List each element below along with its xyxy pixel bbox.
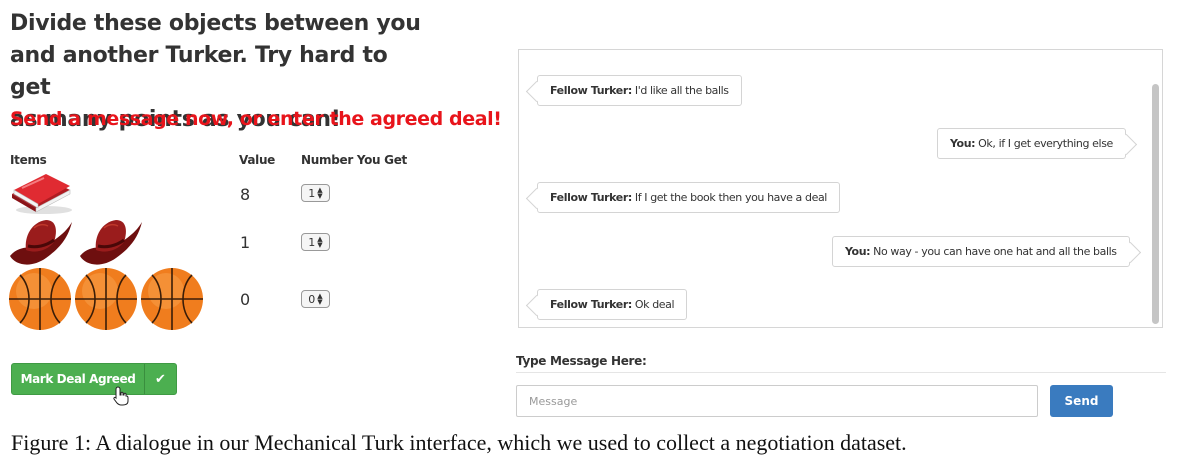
message-text: Ok deal (634, 298, 675, 311)
book-quantity-stepper[interactable]: 1 ▲ ▼ (301, 184, 330, 202)
basketball-icon (9, 268, 71, 330)
ball-icon-group (8, 267, 204, 331)
value-header: Value (239, 153, 276, 167)
stepper-arrows-icon: ▲ ▼ (317, 186, 323, 200)
check-icon: ✔ (144, 364, 176, 394)
ball-value: 0 (240, 290, 251, 309)
message-text: Ok, if I get everything else (978, 137, 1113, 150)
book-icon-group (8, 170, 74, 221)
stepper-arrows-icon: ▲ ▼ (317, 235, 323, 249)
message-speaker: You: (845, 245, 871, 258)
hat-quantity-value: 1 (308, 235, 316, 249)
divider (516, 372, 1166, 373)
chat-message: You: No way - you can have one hat and al… (832, 236, 1130, 267)
hat-icon (10, 220, 72, 265)
hand-cursor-icon (113, 386, 129, 406)
hat-quantity-stepper[interactable]: 1 ▲ ▼ (301, 233, 330, 251)
message-speaker: You: (950, 137, 976, 150)
book-value: 8 (240, 185, 251, 204)
chat-scrollbar[interactable] (1152, 84, 1159, 324)
mark-deal-agreed-label: Mark Deal Agreed (20, 372, 136, 386)
chat-message: Fellow Turker: Ok deal (537, 289, 688, 320)
send-button[interactable]: Send (1050, 385, 1113, 417)
message-speaker: Fellow Turker: (550, 84, 632, 97)
ball-quantity-value: 0 (308, 292, 316, 306)
hat-icon (80, 220, 142, 265)
ball-quantity-stepper[interactable]: 0 ▲ ▼ (301, 290, 330, 308)
alert-message: Send a message now, or enter the agreed … (10, 108, 502, 130)
number-header: Number You Get (301, 153, 407, 167)
message-input[interactable] (516, 385, 1038, 417)
stepper-arrows-icon: ▲ ▼ (317, 292, 323, 306)
figure-caption: Figure 1: A dialogue in our Mechanical T… (11, 430, 907, 455)
message-speaker: Fellow Turker: (550, 191, 632, 204)
basketball-icon (75, 268, 137, 330)
message-speaker: Fellow Turker: (550, 298, 632, 311)
book-icon (12, 174, 72, 214)
message-input-label: Type Message Here: (516, 354, 647, 368)
message-text: I'd like all the balls (634, 84, 729, 97)
mark-deal-agreed-button[interactable]: Mark Deal Agreed ✔ (11, 363, 177, 395)
hat-value: 1 (240, 233, 251, 252)
hat-icon-group (8, 216, 144, 268)
instructions-line-2: and another Turker. Try hard to get (10, 43, 388, 100)
chat-message: You: Ok, if I get everything else (937, 128, 1126, 159)
book-quantity-value: 1 (308, 186, 316, 200)
message-text: No way - you can have one hat and all th… (873, 245, 1117, 258)
message-text: If I get the book then you have a deal (634, 191, 827, 204)
items-header: Items (10, 153, 47, 167)
chat-message: Fellow Turker: I'd like all the balls (537, 75, 742, 106)
instructions-line-1: Divide these objects between you (10, 11, 421, 36)
basketball-icon (141, 268, 203, 330)
chat-message: Fellow Turker: If I get the book then you… (537, 182, 840, 213)
